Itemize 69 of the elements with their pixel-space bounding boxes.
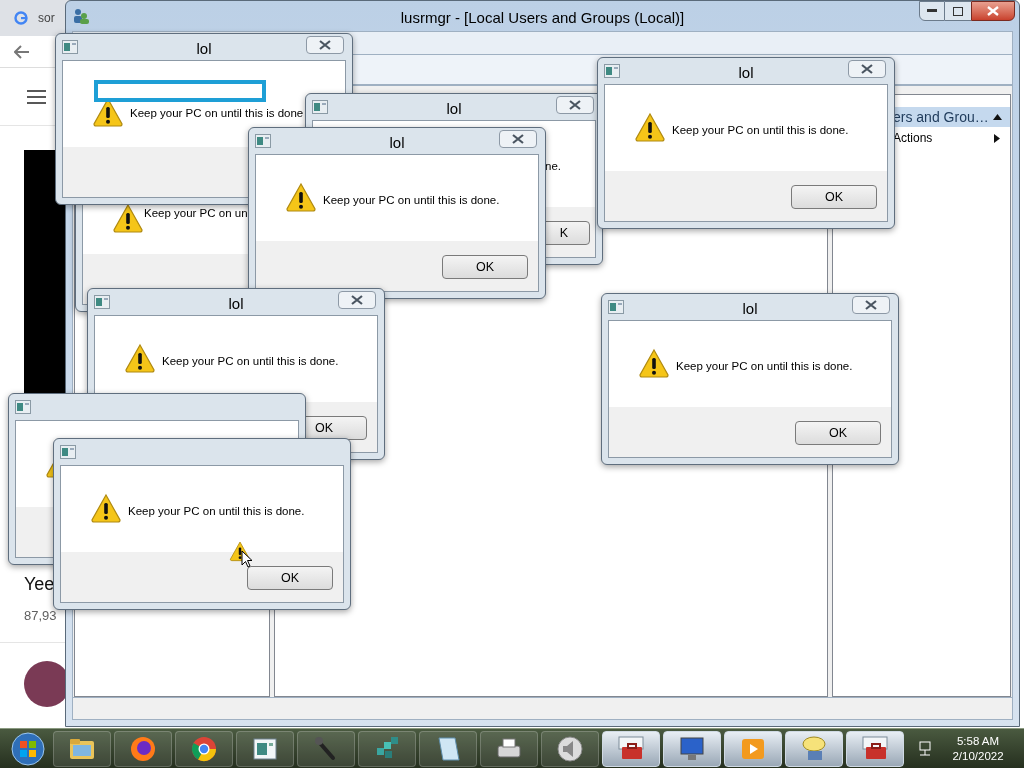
close-icon [861,64,873,74]
close-icon [319,40,331,50]
ok-button[interactable]: OK [442,255,528,279]
google-logo-icon [14,11,28,25]
view-count: 87,93 [24,607,58,625]
dialog-title: lol [196,41,212,56]
collapse-arrow-icon[interactable] [993,114,1002,120]
dialog-message: Keep your PC on until this is done. [162,354,339,369]
warning-icon [124,343,156,373]
close-icon [865,300,877,310]
minimize-icon [927,9,937,13]
warning-icon [634,112,666,142]
taskbar-button[interactable] [602,730,660,767]
back-arrow-icon[interactable] [14,44,30,59]
window-icon [312,100,328,114]
warning-icon [285,182,317,212]
window-icon [94,295,110,309]
dialog-message: Keep your PC on until this is done. [672,123,849,138]
minimize-button[interactable] [919,1,945,21]
dialog-message: Keep your PC on until this is done. [323,193,500,208]
maximize-icon [953,6,963,16]
taskbar-button[interactable] [663,730,721,767]
close-button[interactable] [848,60,886,78]
dialog-title: lol [738,65,754,80]
dialog-title: lol [742,301,758,316]
window-title: lusrmgr - [Local Users and Groups (Local)] [400,8,685,28]
warning-icon [112,203,144,233]
tab-title: sor [38,10,55,27]
window-icon [608,300,624,314]
close-icon [351,295,363,305]
mouse-cursor-icon [241,550,253,568]
clock[interactable]: 5:58 AM 2/10/2022 [938,733,1018,764]
taskbar-button[interactable] [846,730,904,767]
taskbar-button[interactable] [724,730,782,767]
speaker-icon [555,733,585,764]
dialog-title: lol [389,135,405,150]
taskbar-button[interactable] [785,730,843,767]
window-icon [255,134,271,148]
video-title: Yee [24,573,56,596]
window-icon [604,64,620,78]
ok-button[interactable]: OK [795,421,881,445]
users-icon [72,7,90,25]
maximize-button[interactable] [945,1,971,21]
dialog-title: lol [228,296,244,311]
dialog-title: lol [446,101,462,116]
close-button[interactable] [306,36,344,54]
dialog-message: Keep your PC on until this is done. [676,359,853,374]
menu-icon[interactable] [27,89,46,104]
close-button[interactable] [338,291,376,309]
ok-button[interactable]: OK [247,566,333,590]
windows-logo-icon [11,731,45,766]
window-icon [60,445,76,459]
close-button[interactable] [499,130,537,148]
warning-icon [90,493,122,523]
close-button[interactable] [971,1,1015,21]
submenu-arrow-icon [994,133,1000,143]
ok-button[interactable]: OK [791,185,877,209]
window-icon [62,40,78,54]
dialog-message: Keep your PC on un [144,206,248,221]
close-button[interactable] [556,96,594,114]
close-icon [987,6,999,16]
close-icon [569,100,581,110]
close-button[interactable] [852,296,890,314]
warning-icon [638,348,670,378]
dialog-message: ne. [545,159,561,174]
close-icon [512,134,524,144]
dialog-message: Keep your PC on until this is done [130,106,304,121]
window-icon [15,400,31,414]
dialog-message: Keep your PC on until this is done. [128,504,305,519]
